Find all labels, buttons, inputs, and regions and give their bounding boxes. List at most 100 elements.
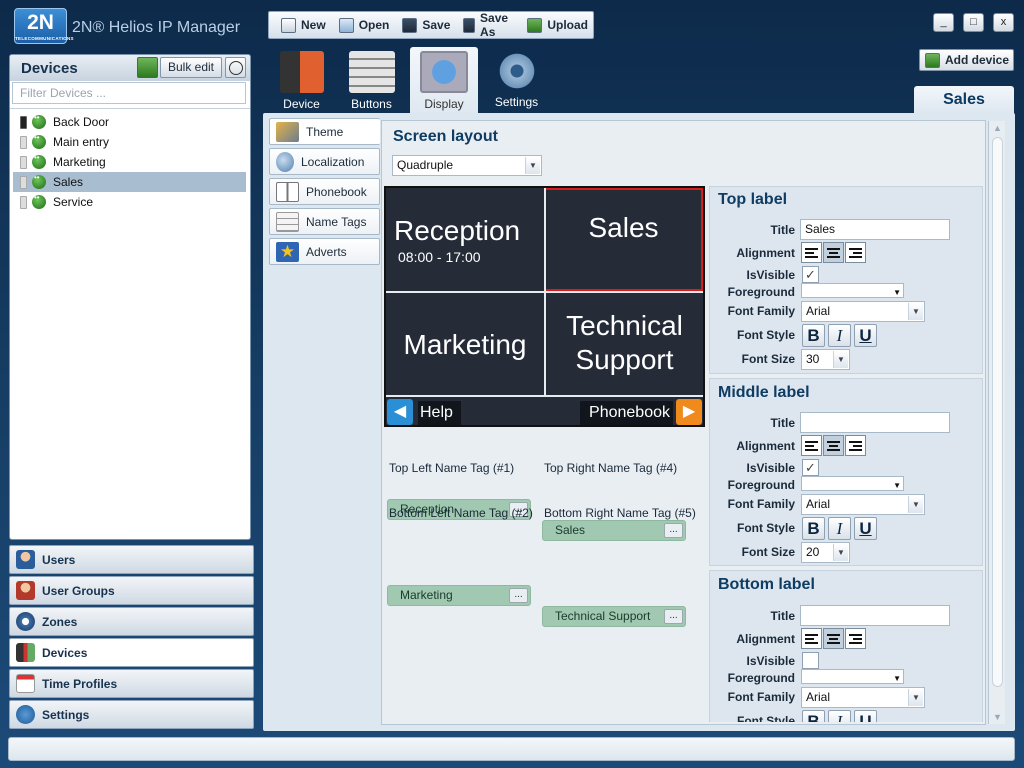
- tag-field-top-right[interactable]: Sales...: [542, 520, 686, 541]
- bold-button[interactable]: B: [802, 324, 825, 347]
- status-online-icon: [32, 173, 46, 189]
- underline-button[interactable]: U: [854, 710, 877, 722]
- device-item-back-door[interactable]: Back Door: [10, 112, 250, 132]
- save-as-disk-icon: [463, 17, 476, 33]
- bottom-visible-checkbox[interactable]: [802, 652, 819, 669]
- align-left-icon[interactable]: [801, 628, 822, 649]
- cell-top-right[interactable]: Sales: [544, 188, 703, 291]
- upload-button[interactable]: Upload: [522, 14, 593, 36]
- bottom-foreground-picker[interactable]: ▼: [801, 669, 904, 684]
- subtab-phonebook[interactable]: Phonebook: [269, 178, 380, 205]
- device-item-main-entry[interactable]: Main entry: [10, 132, 250, 152]
- filter-devices-input[interactable]: Filter Devices ...: [12, 82, 246, 104]
- font-family-label: Font Family: [727, 690, 795, 704]
- subtab-name-tags[interactable]: Name Tags: [269, 208, 380, 235]
- clock-icon[interactable]: [225, 57, 246, 78]
- open-button[interactable]: Open: [334, 14, 395, 36]
- nav-users[interactable]: Users: [9, 545, 254, 574]
- screen-layout-select[interactable]: Quadruple ▼: [392, 155, 542, 176]
- align-left-icon[interactable]: [801, 242, 822, 263]
- bottom-title-input[interactable]: [800, 605, 950, 626]
- subtab-theme[interactable]: Theme: [269, 118, 380, 145]
- align-right-icon[interactable]: [845, 628, 866, 649]
- cell-bottom-left-label: Marketing: [403, 329, 527, 360]
- bulk-edit-button[interactable]: Bulk edit: [160, 57, 222, 78]
- nav-user-groups[interactable]: User Groups: [9, 576, 254, 605]
- bulk-edit-icon[interactable]: [137, 57, 158, 78]
- nav-devices[interactable]: Devices: [9, 638, 254, 667]
- tag-field-bottom-left[interactable]: Marketing...: [387, 585, 531, 606]
- underline-button[interactable]: U: [854, 517, 877, 540]
- bottom-font-family-select[interactable]: Arial ▼: [801, 687, 925, 708]
- device-item-service[interactable]: Service: [10, 192, 250, 212]
- foreground-label: Foreground: [727, 478, 795, 492]
- calendar-icon: [16, 674, 35, 693]
- underline-button[interactable]: U: [854, 324, 877, 347]
- middle-font-size-select[interactable]: 20 ▼: [801, 542, 850, 563]
- nav-time-profiles[interactable]: Time Profiles: [9, 669, 254, 698]
- arrow-left-icon[interactable]: ◀: [387, 399, 413, 425]
- main-tabs: Device Buttons Display Settings: [270, 47, 548, 113]
- device-item-sales[interactable]: Sales: [13, 172, 246, 192]
- nav-zones[interactable]: Zones: [9, 607, 254, 636]
- top-title-input[interactable]: Sales: [800, 219, 950, 240]
- minimize-button[interactable]: _: [933, 13, 954, 32]
- top-font-size-select[interactable]: 30 ▼: [801, 349, 850, 370]
- arrow-right-icon[interactable]: ▶: [676, 399, 702, 425]
- middle-font-family-select[interactable]: Arial ▼: [801, 494, 925, 515]
- content-scrollbar[interactable]: ▲ ▼: [988, 121, 1005, 724]
- align-center-icon[interactable]: [823, 242, 844, 263]
- tab-settings[interactable]: Settings: [485, 47, 548, 113]
- align-left-icon[interactable]: [801, 435, 822, 456]
- new-button[interactable]: New: [276, 14, 331, 36]
- bold-button[interactable]: B: [802, 710, 825, 722]
- save-button[interactable]: Save: [397, 14, 455, 36]
- align-center-icon[interactable]: [823, 628, 844, 649]
- subtab-adverts[interactable]: ★ Adverts: [269, 238, 380, 265]
- logo-subtitle: TELECOMMUNICATIONS: [15, 36, 74, 41]
- align-right-icon[interactable]: [845, 435, 866, 456]
- top-visible-checkbox[interactable]: ✓: [802, 266, 819, 283]
- tag-field-bottom-right[interactable]: Technical Support...: [542, 606, 686, 627]
- nav-settings[interactable]: Settings: [9, 700, 254, 729]
- name-tag-icon: [276, 211, 299, 232]
- gear-icon: [496, 51, 537, 91]
- browse-button[interactable]: ...: [664, 523, 683, 538]
- chevron-down-icon: ▼: [833, 351, 848, 368]
- phonebook-label: Phonebook: [580, 401, 673, 425]
- scroll-thumb[interactable]: [992, 137, 1003, 687]
- align-center-icon[interactable]: [823, 435, 844, 456]
- close-button[interactable]: x: [993, 13, 1014, 32]
- cell-bottom-right-label: Technical Support: [566, 310, 683, 375]
- middle-visible-checkbox[interactable]: ✓: [802, 459, 819, 476]
- bold-button[interactable]: B: [802, 517, 825, 540]
- maximize-button[interactable]: □: [963, 13, 984, 32]
- scroll-down-icon[interactable]: ▼: [993, 712, 1002, 722]
- tag-label-bottom-left: Bottom Left Name Tag (#2): [389, 506, 533, 520]
- tab-display[interactable]: Display: [410, 47, 478, 113]
- cell-bottom-right[interactable]: Technical Support: [546, 293, 703, 395]
- subtab-localization[interactable]: Localization: [269, 148, 380, 175]
- top-font-family-select[interactable]: Arial ▼: [801, 301, 925, 322]
- top-foreground-picker[interactable]: ▼: [801, 283, 904, 298]
- italic-button[interactable]: I: [828, 324, 851, 347]
- cell-bottom-left[interactable]: Marketing: [386, 293, 544, 395]
- tab-buttons[interactable]: Buttons: [340, 47, 403, 113]
- tab-device-sales[interactable]: Sales: [914, 86, 1014, 114]
- tab-device[interactable]: Device: [270, 47, 333, 113]
- middle-foreground-picker[interactable]: ▼: [801, 476, 904, 491]
- align-right-icon[interactable]: [845, 242, 866, 263]
- middle-title-input[interactable]: [800, 412, 950, 433]
- screen-layout-title: Screen layout: [393, 128, 498, 145]
- browse-button[interactable]: ...: [509, 588, 528, 603]
- scroll-up-icon[interactable]: ▲: [993, 123, 1002, 133]
- devices-panel: Devices Bulk edit Filter Devices ... Bac…: [9, 54, 251, 540]
- browse-button[interactable]: ...: [664, 609, 683, 624]
- save-as-button[interactable]: Save As: [458, 11, 519, 39]
- foreground-label: Foreground: [727, 671, 795, 685]
- cell-top-left[interactable]: Reception 08:00 - 17:00: [386, 188, 544, 291]
- italic-button[interactable]: I: [828, 517, 851, 540]
- device-item-marketing[interactable]: Marketing: [10, 152, 250, 172]
- add-device-button[interactable]: Add device: [919, 49, 1014, 71]
- italic-button[interactable]: I: [828, 710, 851, 722]
